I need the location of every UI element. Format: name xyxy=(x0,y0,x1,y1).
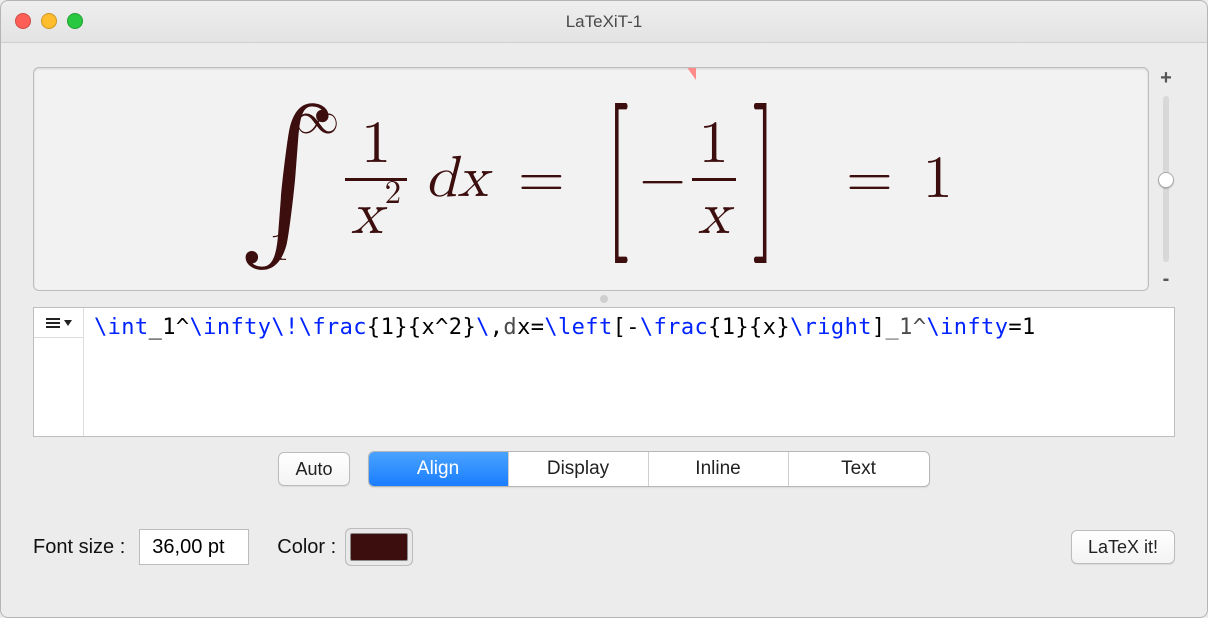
source-token: _1^ xyxy=(149,315,190,340)
source-token: , xyxy=(490,315,504,340)
eval-lower: 1 xyxy=(794,289,814,291)
titlebar: LaTeXiT-1 xyxy=(1,1,1207,43)
differential: dx xyxy=(425,150,488,208)
result: 1 xyxy=(923,149,953,209)
color-well[interactable] xyxy=(350,533,408,561)
zoom-thumb[interactable] xyxy=(1158,172,1174,188)
source-token: \right xyxy=(790,315,872,340)
fraction-2: 1 x xyxy=(692,110,736,249)
color-label: Color : xyxy=(277,536,336,559)
fraction-1-den: x2 xyxy=(345,181,407,249)
source-token: [- xyxy=(613,315,640,340)
window-body: ∫ 1 ∞ 1 x2 dx = xyxy=(1,43,1207,617)
equals-2: = xyxy=(846,149,893,209)
mode-segmented: AlignDisplayInlineText xyxy=(368,451,930,487)
auto-button[interactable]: Auto xyxy=(278,452,349,486)
chevron-down-icon xyxy=(64,320,72,326)
mode-inline[interactable]: Inline xyxy=(649,452,789,486)
source-token: x= xyxy=(517,315,544,340)
equals-1: = xyxy=(518,149,565,209)
splitter-handle[interactable] xyxy=(33,291,1175,307)
source-area: \int_1^\infty\!\frac{1}{x^2}\,dx=\left[-… xyxy=(33,307,1175,437)
eval-upper: ∞ xyxy=(782,67,822,69)
source-token: _1^ xyxy=(886,315,927,340)
zoom-in-icon[interactable]: + xyxy=(1160,67,1172,90)
fraction-1-num: 1 xyxy=(355,110,397,178)
source-token: \infty\!\frac xyxy=(190,315,367,340)
fontsize-field[interactable]: 36,00 pt xyxy=(139,529,249,565)
minus-sign: − xyxy=(639,149,686,209)
fraction-2-den: x xyxy=(692,181,736,249)
fontsize-label: Font size : xyxy=(33,536,125,559)
source-token: d xyxy=(503,315,517,340)
source-token: ] xyxy=(872,315,886,340)
mode-display[interactable]: Display xyxy=(509,452,649,486)
fraction-2-num: 1 xyxy=(693,110,735,178)
zoom-slider: + - xyxy=(1155,67,1175,291)
list-icon xyxy=(46,318,60,328)
bracket-group: [ − 1 x ] ∞ 1 xyxy=(595,99,786,259)
footer-row: Font size : 36,00 pt Color : LaTeX it! xyxy=(33,529,1175,565)
mode-align[interactable]: Align xyxy=(369,452,509,486)
rendered-formula: ∫ 1 ∞ 1 x2 dx = xyxy=(229,99,953,259)
source-token: {1}{x} xyxy=(708,315,790,340)
latex-source-input[interactable]: \int_1^\infty\!\frac{1}{x^2}\,dx=\left[-… xyxy=(84,308,1174,436)
fraction-1: 1 x2 xyxy=(345,110,407,249)
zoom-track[interactable] xyxy=(1163,96,1169,262)
latexit-button[interactable]: LaTeX it! xyxy=(1071,530,1175,564)
mode-row: Auto AlignDisplayInlineText xyxy=(33,451,1175,487)
source-token: \infty xyxy=(926,315,1008,340)
templates-menu-button[interactable] xyxy=(34,308,83,338)
preview-row: ∫ 1 ∞ 1 x2 dx = xyxy=(33,67,1175,291)
integral-upper: ∞ xyxy=(295,98,339,142)
right-bracket: ] xyxy=(752,95,776,255)
integral-lower: 1 xyxy=(269,228,289,268)
window-title: LaTeXiT-1 xyxy=(566,12,643,32)
source-token: \frac xyxy=(640,315,708,340)
left-bracket: [ xyxy=(605,95,629,255)
minimize-icon[interactable] xyxy=(41,13,57,29)
window-controls xyxy=(15,13,83,29)
source-token: \left xyxy=(544,315,612,340)
integral-sign: ∫ 1 ∞ xyxy=(237,104,337,254)
source-token: =1 xyxy=(1008,315,1035,340)
source-gutter xyxy=(34,308,84,436)
close-icon[interactable] xyxy=(15,13,31,29)
zoom-out-icon[interactable]: - xyxy=(1163,268,1170,291)
equation-preview[interactable]: ∫ 1 ∞ 1 x2 dx = xyxy=(33,67,1149,291)
source-token: \int xyxy=(94,315,149,340)
baseline-marker-icon[interactable] xyxy=(686,67,696,94)
source-token: {1}{x^2} xyxy=(367,315,476,340)
app-window: LaTeXiT-1 ∫ 1 ∞ 1 x2 xyxy=(0,0,1208,618)
zoom-icon[interactable] xyxy=(67,13,83,29)
source-token: \ xyxy=(476,315,490,340)
mode-text[interactable]: Text xyxy=(789,452,929,486)
